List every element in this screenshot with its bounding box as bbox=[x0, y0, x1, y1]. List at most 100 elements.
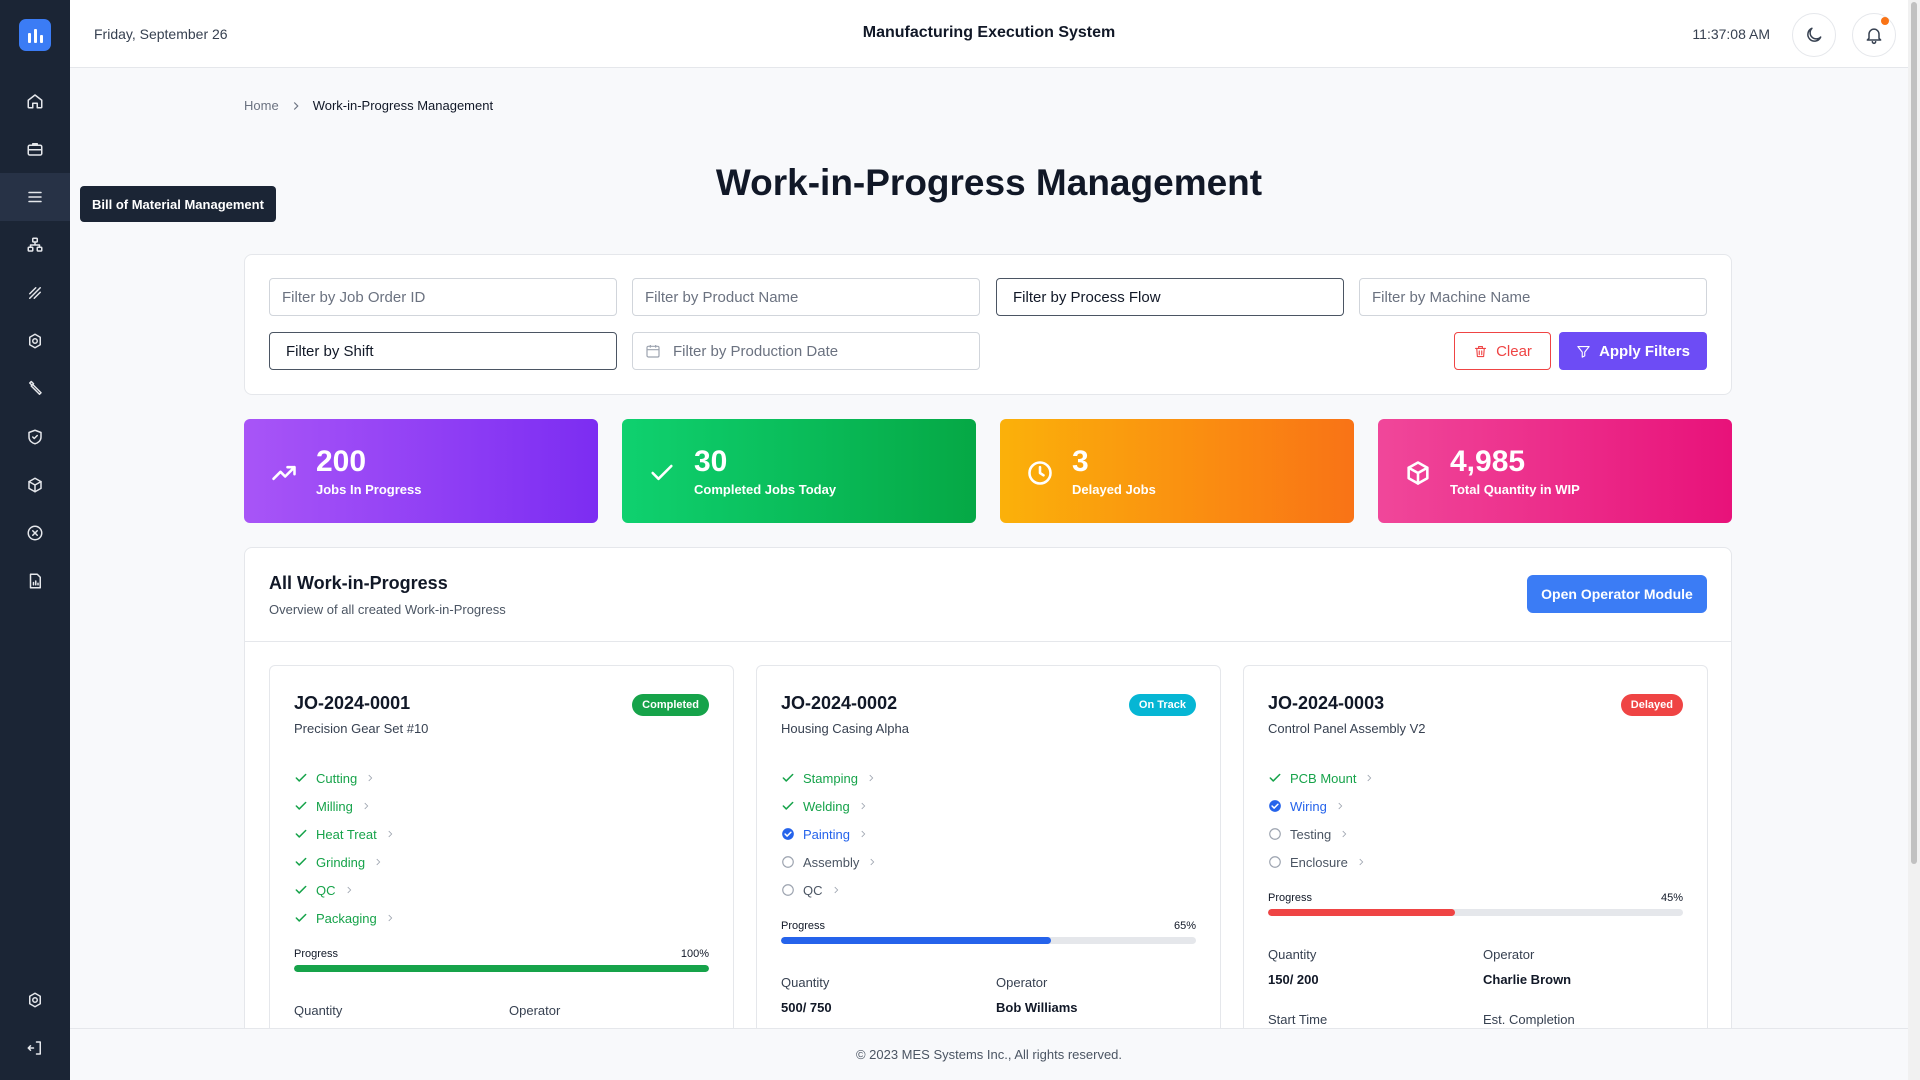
process-step-label: Packaging bbox=[316, 910, 377, 926]
trash-icon bbox=[1475, 345, 1487, 357]
check-circle-icon bbox=[781, 827, 795, 841]
machine-name-filter-placeholder: Filter by Machine Name bbox=[1372, 288, 1531, 306]
progress-bar bbox=[781, 937, 1196, 944]
app-logo[interactable] bbox=[19, 19, 51, 51]
process-step-label: QC bbox=[803, 882, 823, 898]
process-steps: PCB Mount Wiring Testing Enclosure bbox=[1268, 764, 1374, 876]
progress-bar bbox=[1268, 909, 1683, 916]
wip-card[interactable]: JO-2024-0002 Housing Casing Alpha On Tra… bbox=[756, 665, 1221, 1046]
process-flow-select[interactable]: Filter by Process Flow bbox=[996, 278, 1344, 316]
sidebar-item-defects[interactable] bbox=[0, 509, 70, 557]
process-step[interactable]: Testing bbox=[1268, 820, 1374, 848]
sidebar-item-jobs[interactable] bbox=[0, 125, 70, 173]
wip-card[interactable]: JO-2024-0003 Control Panel Assembly V2 D… bbox=[1243, 665, 1708, 1046]
sidebar-item-inventory[interactable] bbox=[0, 461, 70, 509]
chevron-right-icon bbox=[861, 830, 866, 838]
process-step[interactable]: Grinding bbox=[294, 848, 395, 876]
breadcrumb-home[interactable]: Home bbox=[244, 98, 279, 113]
process-step[interactable]: Assembly bbox=[781, 848, 877, 876]
circle-icon bbox=[1268, 855, 1282, 869]
sidebar-item-settings[interactable] bbox=[0, 317, 70, 365]
stat-value: 3 bbox=[1072, 445, 1089, 478]
filter-panel: Filter by Job Order ID Filter by Product… bbox=[244, 254, 1732, 395]
dark-mode-toggle[interactable] bbox=[1792, 13, 1836, 57]
home-icon bbox=[27, 94, 43, 109]
check-icon bbox=[294, 771, 308, 785]
chevron-right-icon bbox=[870, 858, 875, 866]
process-step[interactable]: QC bbox=[294, 876, 395, 904]
chevron-right-icon bbox=[368, 774, 373, 782]
process-step-label: PCB Mount bbox=[1290, 770, 1357, 786]
process-step[interactable]: Cutting bbox=[294, 764, 395, 792]
process-step[interactable]: QC bbox=[781, 876, 877, 904]
start-time-label: Start Time bbox=[1268, 1012, 1328, 1027]
x-circle-icon bbox=[27, 525, 43, 541]
process-step[interactable]: Welding bbox=[781, 792, 877, 820]
process-step[interactable]: Painting bbox=[781, 820, 877, 848]
machine-name-filter[interactable]: Filter by Machine Name bbox=[1359, 278, 1707, 316]
notification-dot bbox=[1881, 17, 1889, 25]
sidebar-item-system-settings[interactable] bbox=[0, 976, 70, 1024]
sidebar-item-maintenance[interactable] bbox=[0, 365, 70, 413]
sidebar-item-hierarchy[interactable] bbox=[0, 221, 70, 269]
notifications-button[interactable] bbox=[1852, 13, 1896, 57]
chevron-right-icon bbox=[388, 830, 392, 838]
clear-filters-button[interactable]: Clear bbox=[1454, 332, 1551, 370]
apply-filters-button[interactable]: Apply Filters bbox=[1559, 332, 1707, 370]
check-icon bbox=[294, 855, 308, 869]
check-icon bbox=[651, 464, 673, 481]
circle-icon bbox=[781, 883, 795, 897]
production-date-filter[interactable]: Filter by Production Date bbox=[632, 332, 980, 370]
list-icon bbox=[28, 191, 42, 203]
chevron-right-icon bbox=[346, 886, 351, 894]
process-step[interactable]: Wiring bbox=[1268, 792, 1374, 820]
quantity-label: Quantity bbox=[294, 1003, 343, 1018]
job-order-filter[interactable]: Filter by Job Order ID bbox=[269, 278, 617, 316]
chevron-right-icon bbox=[388, 914, 392, 922]
process-step-label: Cutting bbox=[316, 770, 358, 786]
sidebar-item-logout[interactable] bbox=[0, 1024, 70, 1072]
process-step[interactable]: Stamping bbox=[781, 764, 877, 792]
sidebar-item-bom[interactable] bbox=[0, 173, 70, 221]
process-step-label: Heat Treat bbox=[316, 826, 377, 842]
sidebar-item-reports[interactable] bbox=[0, 557, 70, 605]
breadcrumb-current: Work-in-Progress Management bbox=[312, 98, 494, 113]
stat-label: Total Quantity in WIP bbox=[1450, 482, 1580, 497]
wip-subtitle: Overview of all created Work-in-Progress bbox=[269, 602, 506, 617]
open-operator-module-button[interactable]: Open Operator Module bbox=[1527, 575, 1707, 613]
job-order-id: JO-2024-0003 bbox=[1268, 693, 1385, 713]
process-step[interactable]: PCB Mount bbox=[1268, 764, 1374, 792]
sidebar-item-quality[interactable] bbox=[0, 413, 70, 461]
shift-select[interactable]: Filter by Shift bbox=[269, 332, 617, 370]
quantity-value: 500/ 750 bbox=[781, 1000, 832, 1015]
scrollbar-thumb[interactable] bbox=[1911, 2, 1917, 864]
chevron-right-icon bbox=[869, 774, 874, 782]
product-name-filter-placeholder: Filter by Product Name bbox=[645, 288, 799, 306]
wip-card[interactable]: JO-2024-0001 Precision Gear Set #10 Comp… bbox=[269, 665, 734, 1046]
hierarchy-icon bbox=[27, 237, 43, 252]
operator-label: Operator bbox=[509, 1003, 561, 1018]
process-step-label: Stamping bbox=[803, 770, 858, 786]
chevron-right-icon bbox=[376, 858, 381, 866]
process-step[interactable]: Heat Treat bbox=[294, 820, 395, 848]
process-step[interactable]: Milling bbox=[294, 792, 395, 820]
page-scrollbar[interactable] bbox=[1908, 0, 1920, 1080]
sidebar-item-percent[interactable] bbox=[0, 269, 70, 317]
page-title: Work-in-Progress Management bbox=[715, 162, 1263, 203]
product-name-filter[interactable]: Filter by Product Name bbox=[632, 278, 980, 316]
sidebar-item-home[interactable] bbox=[0, 77, 70, 125]
process-step[interactable]: Enclosure bbox=[1268, 848, 1374, 876]
process-step[interactable]: Packaging bbox=[294, 904, 395, 932]
progress-percent: 100% bbox=[680, 948, 709, 960]
status-badge: Delayed bbox=[1620, 694, 1683, 716]
quantity-value: 150/ 200 bbox=[1268, 972, 1319, 987]
clear-filters-label: Clear bbox=[1496, 342, 1532, 360]
percent-icon bbox=[29, 287, 41, 299]
process-step-label: Milling bbox=[316, 798, 353, 814]
progress-label: Progress bbox=[1268, 892, 1313, 904]
sidebar-nav bbox=[0, 77, 70, 605]
progress-percent: 65% bbox=[1173, 920, 1196, 932]
chevron-right-icon bbox=[833, 886, 838, 894]
chevron-right-icon bbox=[861, 802, 865, 810]
current-time: 11:37:08 AM bbox=[1692, 26, 1770, 42]
